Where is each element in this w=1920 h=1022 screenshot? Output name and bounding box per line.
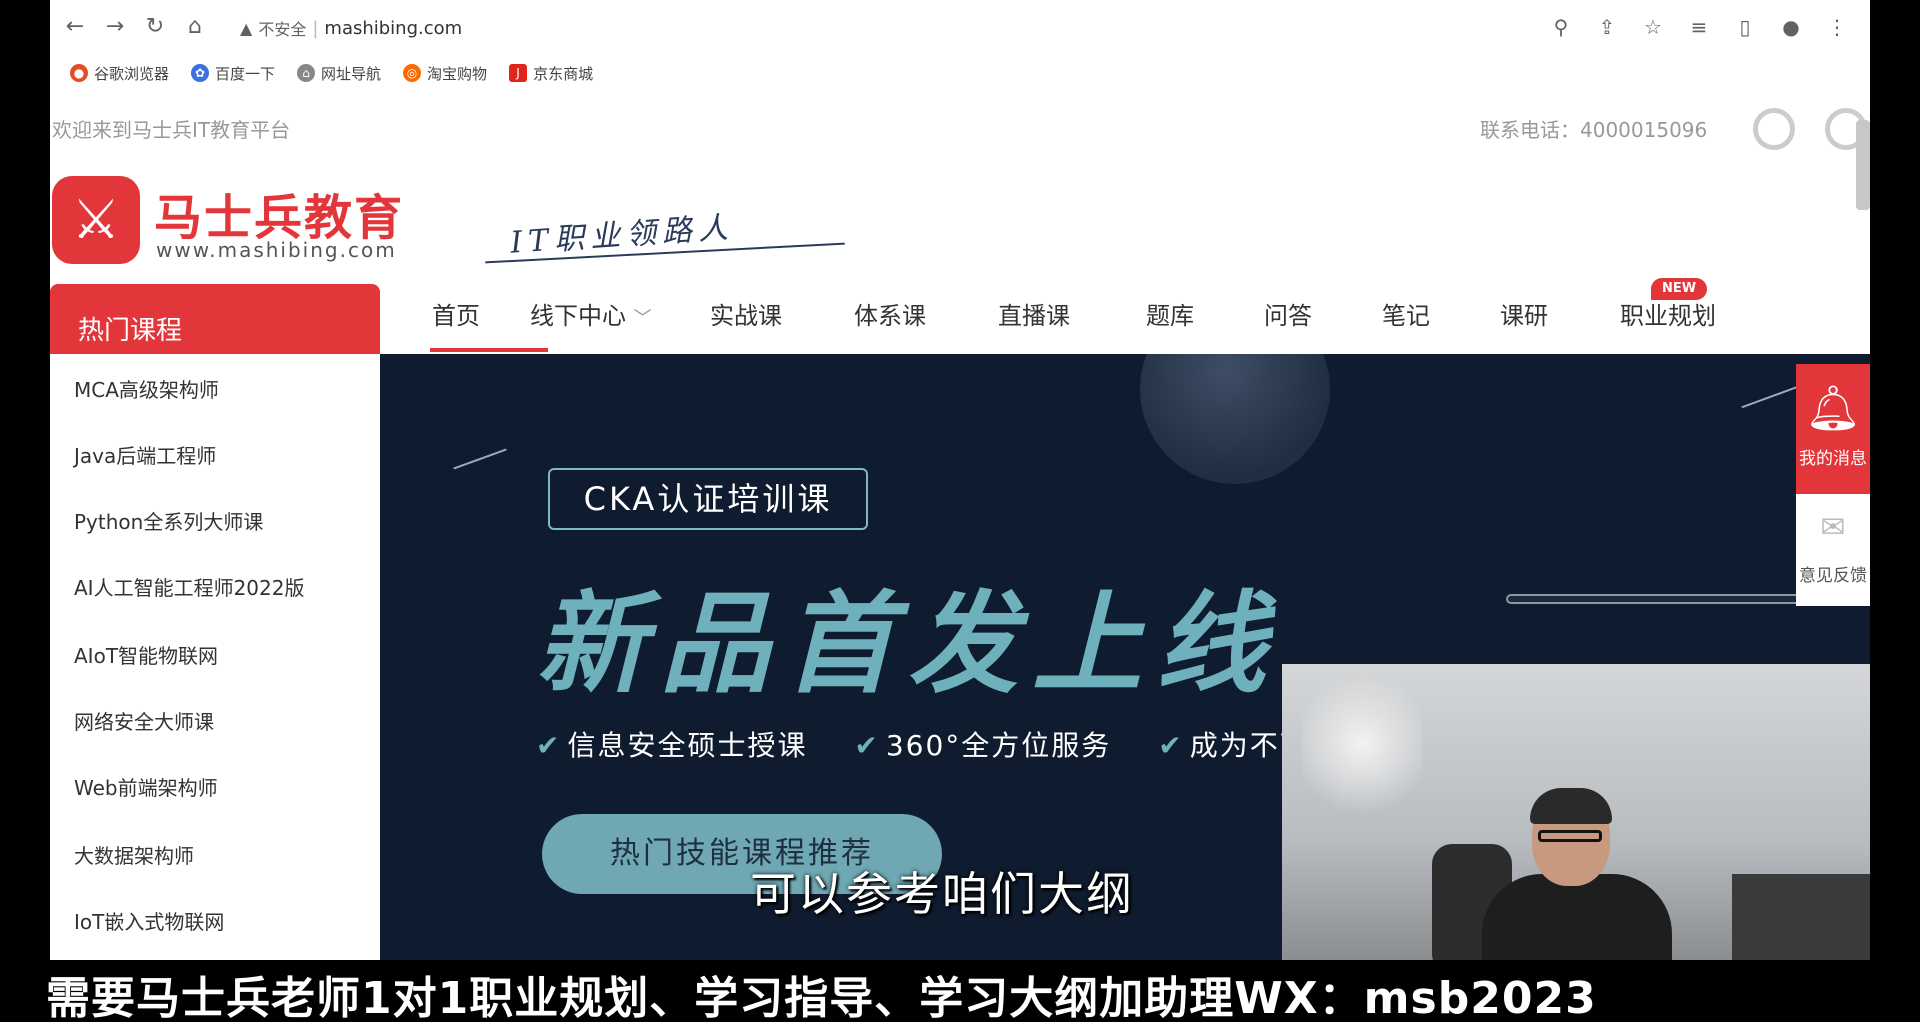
bookmark-label: 百度一下 [215,64,276,83]
course-item[interactable]: Web前端架构师 [74,772,218,801]
baidu-paw-icon: ✿ [191,64,210,82]
course-item[interactable]: MCA高级架构师 [74,374,219,403]
slogan: IT职业领路人 [509,210,736,261]
bookmark-label: 京东商城 [533,64,594,83]
back-icon[interactable]: ← [60,12,90,42]
url-warning: 不安全 [258,20,307,39]
reload-icon[interactable]: ↻ [140,12,170,42]
feature-item: ✔ 360°全方位服务 [854,729,1129,762]
toolbar-actions: ⚲ ⇪ ☆ ≡ ▯ ● ⋮ [1548,14,1850,40]
site-top-bar: 欢迎来到马士兵IT教育平台 联系电话：4000015096 [50,100,1870,150]
hot-courses-title: 热门课程 [78,316,183,346]
check-icon: ✔ [536,729,562,762]
playlist-icon[interactable]: ≡ [1686,14,1712,40]
my-messages-button[interactable]: 🔔︎ 我的消息 [1796,364,1870,494]
nav-notes[interactable]: 笔记 [1382,296,1430,331]
nav-questions[interactable]: 题库 [1146,296,1194,331]
bottom-ad-banner: 需要马士兵老师1对1职业规划、学习指导、学习大纲加助理WX：msb2023 [46,973,1597,1022]
course-item[interactable]: IoT嵌入式物联网 [74,906,224,935]
nav-research[interactable]: 课研 [1500,296,1548,331]
cam-person-glasses [1538,830,1602,842]
taobao-icon: ◎ [403,64,422,82]
warning-icon: ▲ [240,18,253,38]
bookmark-label: 网址导航 [321,64,382,83]
bookmark-label: 淘宝购物 [427,64,488,83]
decor-line [453,448,507,470]
bookmark-label: 谷歌浏览器 [94,64,170,83]
bookmark-chrome[interactable]: ● 谷歌浏览器 [70,63,169,84]
address-bar[interactable]: ▲ 不安全 | mashibing.com [240,10,462,46]
bookmark-taobao[interactable]: ◎ 淘宝购物 [403,63,487,84]
new-badge: NEW [1651,278,1707,300]
banner-tag: CKA认证培训课 [548,468,868,530]
nav-home[interactable]: 首页 [432,296,480,331]
share-icon[interactable]: ⇪ [1594,14,1620,40]
bell-icon: 🔔︎ [1805,383,1861,434]
browser-toolbar: ← → ↻ ⌂ ▲ 不安全 | mashibing.com ⚲ ⇪ ☆ ≡ ▯ … [50,0,1870,56]
cam-person-hair [1530,788,1612,824]
main-nav: 首页 线下中心 ﹀ 实战课 体系课 直播课 题库 问答 笔记 课研 职业规划 [380,284,1870,354]
bookmark-nav[interactable]: ⌂ 网址导航 [297,63,381,84]
nav-career[interactable]: 职业规划 [1620,296,1716,331]
profile-icon[interactable]: ● [1778,14,1804,40]
messages-label: 我的消息 [1799,449,1867,469]
nav-qa[interactable]: 问答 [1264,296,1312,331]
cam-shelf [1732,874,1870,960]
feature-label: 信息安全硕士授课 [567,729,808,762]
video-subtitle: 可以参考咱们大纲 [750,867,1134,921]
home-nav-icon: ⌂ [297,64,316,82]
nav-offline-center[interactable]: 线下中心 ﹀ [530,296,652,331]
feedback-icon: ✉ [1820,510,1846,545]
bookmarks-bar: ● 谷歌浏览器 ✿ 百度一下 ⌂ 网址导航 ◎ 淘宝购物 J 京东商城 [50,56,1870,90]
nav-live[interactable]: 直播课 [998,296,1070,331]
banner-headline: 新品首发上线 [536,580,1280,708]
feature-label: 360°全方位服务 [885,729,1112,762]
cam-person-body [1482,874,1672,960]
chrome-icon: ● [70,64,88,82]
sidepanel-icon[interactable]: ▯ [1732,14,1758,40]
course-item[interactable]: 大数据架构师 [74,840,194,869]
course-item[interactable]: Java后端工程师 [74,440,216,469]
bookmark-jd[interactable]: J 京东商城 [509,63,593,84]
course-item[interactable]: AI人工智能工程师2022版 [74,572,304,601]
bookmark-baidu[interactable]: ✿ 百度一下 [191,63,275,84]
star-icon[interactable]: ☆ [1640,14,1666,40]
welcome-text: 欢迎来到马士兵IT教育平台 [52,118,291,142]
url-text: mashibing.com [324,17,463,39]
chevron-down-icon: ﹀ [633,308,652,329]
nav-label: 线下中心 [530,302,626,330]
feedback-label: 意见反馈 [1799,566,1867,586]
check-icon: ✔ [854,729,880,762]
feature-item: ✔ 信息安全硕士授课 [536,729,825,762]
logo-url: www.mashibing.com [156,238,397,262]
webcam-overlay [1282,664,1870,960]
phone-number: 联系电话：4000015096 [1480,118,1708,142]
decor-line [1741,385,1799,409]
page-scrollbar[interactable] [1856,120,1870,210]
course-item[interactable]: Python全系列大师课 [74,506,263,535]
hot-courses-header: 热门课程 [50,284,380,354]
banner-features: ✔ 信息安全硕士授课 ✔ 360°全方位服务 ✔ 成为不可 [536,724,1346,764]
moon-decoration [1140,354,1330,484]
url-separator: | [312,17,319,39]
hot-courses-sidebar: MCA高级架构师 Java后端工程师 Python全系列大师课 AI人工智能工程… [50,354,380,960]
nav-system[interactable]: 体系课 [854,296,926,331]
cam-light [1302,664,1422,824]
zoom-icon[interactable]: ⚲ [1548,14,1574,40]
feedback-button[interactable]: ✉ 意见反馈 [1796,494,1870,606]
nav-practical[interactable]: 实战课 [710,296,782,331]
course-item[interactable]: 网络安全大师课 [74,706,214,735]
menu-icon[interactable]: ⋮ [1824,14,1850,40]
nav-active-underline [430,348,548,352]
course-item[interactable]: AIoT智能物联网 [74,640,218,669]
home-icon[interactable]: ⌂ [180,12,210,42]
check-icon: ✔ [1158,729,1184,762]
forward-icon[interactable]: → [100,12,130,42]
jd-icon: J [509,64,528,82]
logo-mark[interactable]: ⚔ [52,176,140,264]
user-avatar-icon[interactable] [1753,108,1795,150]
